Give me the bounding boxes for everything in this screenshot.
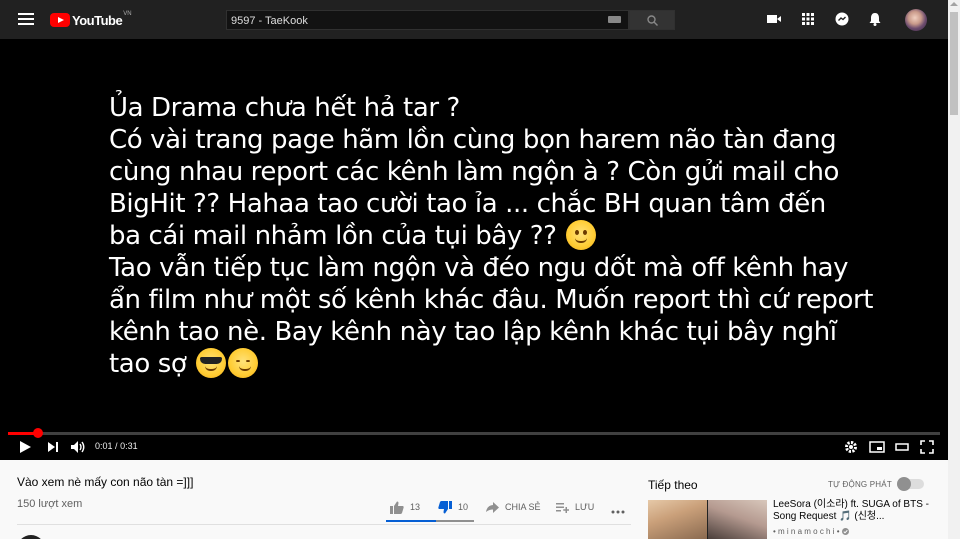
- like-dislike-ratio-bar: [386, 520, 474, 522]
- caption-line: cùng nhau report các kênh làm ngộn à ? C…: [109, 157, 840, 187]
- caption-line: ba cái mail nhảm lồn của tụi bây ??: [109, 221, 557, 251]
- recommended-channel-name[interactable]: • m i n a m o c h i •: [773, 527, 849, 536]
- video-player[interactable]: Ủa Drama chưa hết hả tar ? Có vài trang …: [0, 39, 948, 460]
- thumbs-up-icon: [390, 501, 404, 514]
- scroll-up-arrow-icon[interactable]: [950, 2, 958, 6]
- caption-line: ẩn film như một số kênh khác đâu. Muốn r…: [109, 285, 874, 315]
- fullscreen-icon[interactable]: [920, 440, 934, 454]
- like-count: 13: [410, 502, 421, 512]
- dislike-count: 10: [458, 502, 469, 512]
- autoplay-toggle[interactable]: [897, 477, 924, 491]
- volume-icon[interactable]: [70, 440, 86, 454]
- logo-region: VN: [123, 11, 132, 17]
- youtube-logo[interactable]: YouTube VN: [50, 11, 132, 29]
- share-icon: [486, 501, 499, 513]
- like-ratio-fill: [386, 520, 436, 522]
- search-icon: [647, 15, 658, 26]
- add-to-playlist-icon: [556, 502, 569, 513]
- recommended-video-title[interactable]: LeeSora (이소라) ft. SUGA of BTS - Song Req…: [773, 499, 933, 523]
- toggle-knob: [897, 477, 911, 491]
- search-input[interactable]: [227, 12, 587, 30]
- video-caption-text: Ủa Drama chưa hết hả tar ? Có vài trang …: [109, 92, 873, 380]
- youtube-play-icon: [50, 13, 70, 27]
- masthead: YouTube VN: [0, 0, 948, 39]
- autoplay-label: TỰ ĐỘNG PHÁT: [828, 480, 892, 489]
- time-separator: /: [115, 441, 118, 451]
- notifications-icon[interactable]: [867, 11, 883, 27]
- settings-icon[interactable]: [844, 440, 858, 454]
- like-button[interactable]: 13: [390, 500, 420, 514]
- scrollbar-thumb[interactable]: [950, 12, 958, 115]
- progress-bar[interactable]: [8, 428, 940, 438]
- save-label: LƯU: [575, 502, 595, 512]
- current-time: 0:01: [95, 441, 113, 451]
- caption-line: Tao vẫn tiếp tục làm ngộn và đéo ngu dốt…: [109, 253, 849, 283]
- up-next-heading: Tiếp theo: [648, 478, 698, 492]
- thumbs-down-icon: [438, 500, 452, 513]
- youtube-watch-page: YouTube VN Ủa Drama chưa hết hả tar ? Có…: [0, 0, 960, 539]
- smiling-face-with-sunglasses-icon: [196, 348, 227, 378]
- miniplayer-icon[interactable]: [869, 440, 885, 454]
- verified-icon: [841, 528, 849, 535]
- thumbnail-image-left: [648, 500, 707, 539]
- time-display: 0:01 / 0:31: [95, 441, 138, 451]
- share-label: CHIA SẺ: [505, 502, 541, 512]
- search-button[interactable]: [629, 10, 675, 30]
- next-icon[interactable]: [47, 440, 59, 454]
- slightly-smiling-face-icon: [566, 220, 597, 250]
- keyboard-icon[interactable]: [608, 16, 621, 23]
- logo-text: YouTube: [72, 12, 123, 28]
- save-button[interactable]: LƯU: [556, 500, 594, 514]
- channel-name: • m i n a m o c h i •: [773, 527, 840, 536]
- create-video-icon[interactable]: [766, 11, 782, 27]
- share-button[interactable]: CHIA SẺ: [486, 500, 541, 514]
- caption-line: kênh tao nè. Bay kênh này tao lập kênh k…: [109, 317, 837, 347]
- apps-icon[interactable]: [800, 11, 816, 27]
- thumbnail-image-right: [708, 500, 767, 539]
- account-avatar[interactable]: [905, 9, 927, 31]
- dislike-button[interactable]: 10: [438, 500, 468, 514]
- search-box: [226, 10, 629, 30]
- messages-icon[interactable]: [834, 11, 850, 27]
- channel-avatar[interactable]: [17, 535, 45, 539]
- video-title: Vào xem nè mấy con não tàn =]]]: [17, 475, 194, 489]
- more-actions-icon[interactable]: [611, 505, 625, 519]
- caption-line: Có vài trang page hãm lồn cùng bọn harem…: [109, 125, 837, 155]
- recommended-video-thumbnail[interactable]: [648, 500, 767, 539]
- theater-mode-icon[interactable]: [894, 440, 910, 454]
- total-time: 0:31: [120, 441, 138, 451]
- caption-line: Ủa Drama chưa hết hả tar ?: [109, 93, 460, 123]
- play-icon[interactable]: [18, 440, 32, 454]
- caption-line-with-emoji: tao sợ: [109, 348, 873, 380]
- view-count: 150 lượt xem: [17, 498, 83, 510]
- scrubber-handle[interactable]: [32, 428, 43, 438]
- caption-line: BigHit ?? Hahaa tao cười tao ỉa ... chắc…: [109, 189, 826, 219]
- page-scrollbar[interactable]: [948, 0, 960, 539]
- caption-line-with-emoji: ba cái mail nhảm lồn của tụi bây ??: [109, 220, 873, 252]
- menu-icon[interactable]: [18, 13, 34, 26]
- caption-line: tao sợ: [109, 349, 187, 379]
- smirking-face-icon: [228, 348, 259, 378]
- divider: [17, 524, 631, 525]
